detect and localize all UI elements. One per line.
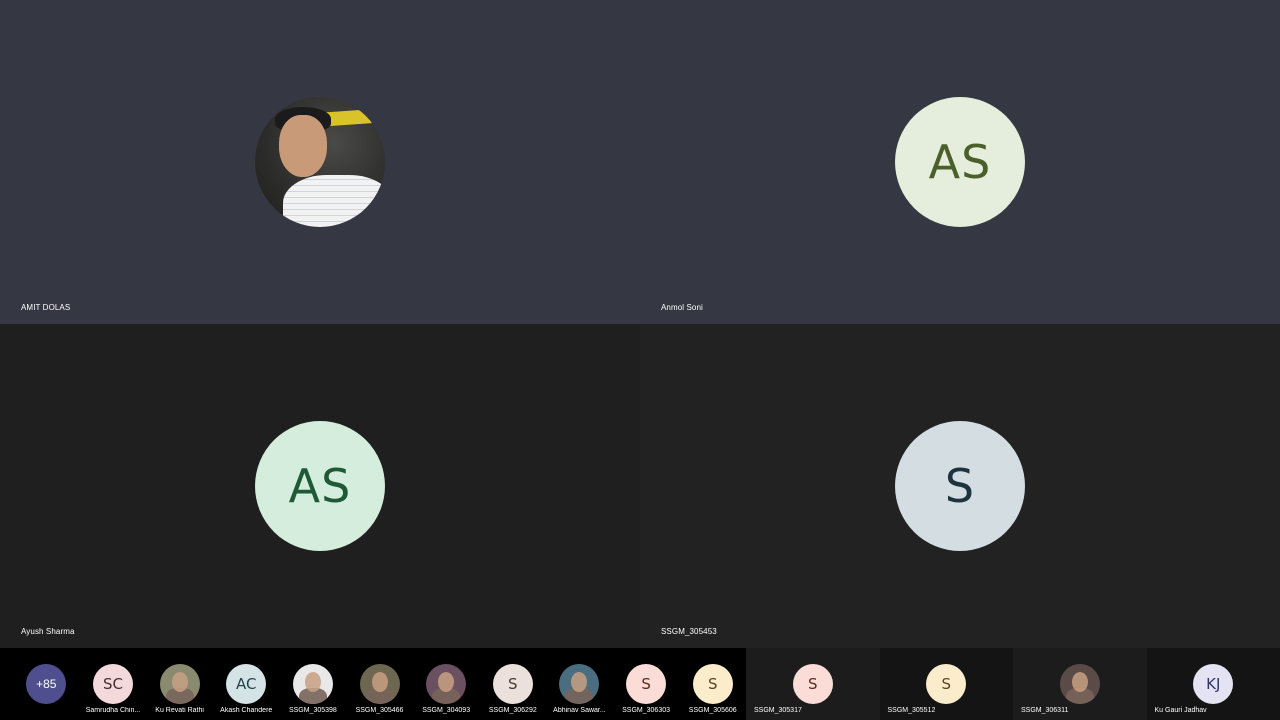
strip-participant[interactable]: SSGM_305466 xyxy=(346,648,413,720)
participant-name: Ku Revati Rathi xyxy=(155,707,204,714)
participant-name: SSGM_305466 xyxy=(355,707,404,714)
participant-tile[interactable]: AS Ayush Sharma xyxy=(0,324,640,648)
participant-name: Ku Gauri Jadhav xyxy=(1154,707,1207,714)
strip-participant[interactable]: Abhinav Sawar... xyxy=(546,648,613,720)
strip-participant-tile[interactable]: S SSGM_305512 xyxy=(879,648,1013,720)
participant-photo-avatar xyxy=(359,664,400,704)
participant-tile[interactable]: S SSGM_305453 xyxy=(640,324,1280,648)
participant-photo-avatar xyxy=(255,97,385,227)
strip-participant[interactable]: S SSGM_306303 xyxy=(613,648,680,720)
participant-strip-tiles: S SSGM_305317 S SSGM_305512 SSGM_306311 KJ Ku … xyxy=(746,648,1280,720)
participant-initials-avatar: S xyxy=(626,664,667,704)
overflow-participants-button[interactable]: +85 xyxy=(13,648,80,720)
participant-photo-avatar xyxy=(292,664,333,704)
participant-name: SSGM_306292 xyxy=(488,707,537,714)
participant-name: SSGM_305512 xyxy=(887,707,936,714)
strip-participant[interactable]: SSGM_305398 xyxy=(280,648,347,720)
participant-name: Samrudha Chin... xyxy=(85,707,141,714)
meeting-stage: AMIT DOLAS AS Anmol Soni AS Ayush Sharma… xyxy=(0,0,1280,720)
participant-photo-avatar xyxy=(1059,664,1100,704)
participant-initials-avatar: S xyxy=(895,421,1025,551)
participant-name: SSGM_304093 xyxy=(422,707,471,714)
participant-tile[interactable]: AMIT DOLAS xyxy=(0,0,640,324)
participant-initials-avatar: AS xyxy=(895,97,1025,227)
participant-initials-avatar: KJ xyxy=(1193,664,1234,704)
participant-initials-avatar: S xyxy=(926,664,967,704)
participant-photo-avatar xyxy=(559,664,600,704)
participant-strip-list: +85 SC Samrudha Chin... Ku Revati Rathi AC A… xyxy=(0,648,746,720)
participant-initials-avatar: SC xyxy=(92,664,133,704)
participant-name: Akash Chandere xyxy=(220,707,273,714)
participant-name: Anmol Soni xyxy=(661,303,703,312)
participant-name: SSGM_305398 xyxy=(288,707,337,714)
strip-participant[interactable]: S SSGM_305606 xyxy=(679,648,746,720)
strip-participant[interactable]: SSGM_304093 xyxy=(413,648,480,720)
participant-name: SSGM_305453 xyxy=(661,627,717,636)
participant-name: SSGM_305606 xyxy=(688,707,737,714)
participant-name: SSGM_306311 xyxy=(1021,707,1069,714)
participant-initials-avatar: S xyxy=(792,664,833,704)
participant-initials-avatar: AS xyxy=(255,421,385,551)
strip-participant-tile[interactable]: KJ Ku Gauri Jadhav xyxy=(1146,648,1280,720)
overflow-count-badge[interactable]: +85 xyxy=(26,664,67,704)
participant-photo-avatar xyxy=(159,664,200,704)
strip-participant[interactable]: Ku Revati Rathi xyxy=(146,648,213,720)
participant-name: AMIT DOLAS xyxy=(21,303,71,312)
participant-photo-avatar xyxy=(426,664,467,704)
strip-participant[interactable]: AC Akash Chandere xyxy=(213,648,280,720)
strip-participant[interactable]: SC Samrudha Chin... xyxy=(80,648,147,720)
strip-participant[interactable]: S SSGM_306292 xyxy=(479,648,546,720)
strip-participant-tile[interactable]: S SSGM_305317 xyxy=(746,648,880,720)
participant-name: Ayush Sharma xyxy=(21,627,75,636)
strip-participant-tile[interactable]: SSGM_306311 xyxy=(1013,648,1147,720)
participant-initials-avatar: S xyxy=(492,664,533,704)
participant-name: Abhinav Sawar... xyxy=(553,707,606,714)
participant-tile[interactable]: AS Anmol Soni xyxy=(640,0,1280,324)
participant-name: SSGM_306303 xyxy=(622,707,671,714)
participant-strip: +85 SC Samrudha Chin... Ku Revati Rathi AC A… xyxy=(0,648,1280,720)
participant-initials-avatar: S xyxy=(692,664,733,704)
participant-name: SSGM_305317 xyxy=(754,707,802,714)
participant-initials-avatar: AC xyxy=(226,664,267,704)
